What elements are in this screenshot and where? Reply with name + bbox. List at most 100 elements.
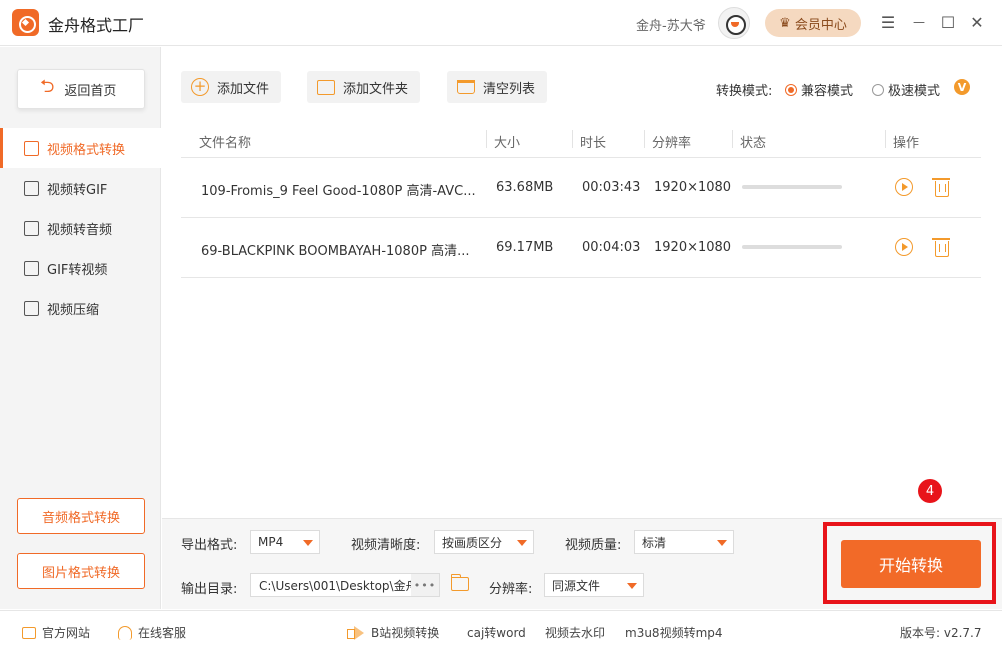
plus-circle-icon: +	[191, 78, 209, 96]
file-name-cell: 69-BLACKPINK BOOMBAYAH-1080P 高清...	[201, 244, 470, 259]
sidebar-item-gif-to-video[interactable]: GIF转视频	[0, 248, 161, 288]
column-divider	[732, 130, 733, 148]
folder-icon	[317, 79, 335, 95]
compat-mode-label: 兼容模式	[801, 84, 854, 99]
open-folder-icon[interactable]	[450, 574, 469, 591]
title-bar: 金舟格式工厂 金舟-苏大爷 ♛ 会员中心 ☰ — ☐ ✕	[0, 0, 1002, 46]
app-logo-icon	[12, 9, 39, 36]
output-dir-input[interactable]: C:\Users\001\Desktop\金舟 •••	[250, 573, 440, 597]
sidebar-item-label: 视频格式转换	[47, 142, 126, 158]
column-header-action: 操作	[893, 136, 920, 151]
trash-icon[interactable]	[932, 238, 950, 257]
compress-icon	[24, 300, 39, 316]
fast-mode-radio[interactable]: 极速模式	[872, 80, 940, 99]
music-icon	[24, 220, 39, 236]
dropdown-caret-icon	[303, 540, 313, 546]
video-clarity-select[interactable]: 按画质区分	[434, 530, 534, 554]
resolution-label: 分辨率:	[489, 582, 533, 597]
video-quality-value: 标清	[642, 535, 667, 550]
row-divider	[181, 277, 981, 278]
sidebar-item-label: 视频压缩	[47, 302, 100, 318]
add-folder-label: 添加文件夹	[343, 81, 409, 97]
menu-icon[interactable]: ☰	[878, 12, 898, 32]
sidebar-item-label: GIF转视频	[47, 262, 108, 278]
version-label: 版本号: v2.7.7	[900, 626, 982, 640]
play-icon[interactable]	[895, 178, 913, 196]
sidebar-item-video-convert[interactable]: 视频格式转换	[0, 128, 161, 168]
radio-unselected-icon	[872, 83, 884, 96]
minimize-icon[interactable]: —	[909, 12, 929, 32]
step-number-badge: 4	[918, 479, 942, 503]
add-folder-button[interactable]: 添加文件夹	[307, 71, 421, 103]
export-format-select[interactable]: MP4	[250, 530, 320, 554]
column-header-status: 状态	[740, 136, 767, 151]
file-resolution-cell: 1920×1080	[654, 180, 732, 195]
fast-mode-label: 极速模式	[888, 84, 941, 99]
play-icon[interactable]	[895, 238, 913, 256]
sidebar-item-label: 视频转音频	[47, 222, 113, 238]
audio-format-convert-button[interactable]: 音频格式转换	[17, 498, 145, 534]
clear-list-button[interactable]: 清空列表	[447, 71, 548, 103]
image-icon	[24, 180, 39, 196]
start-convert-button[interactable]: 开始转换	[841, 540, 981, 588]
column-header-size: 大小	[494, 136, 521, 151]
column-divider	[486, 130, 487, 148]
header-divider	[181, 157, 981, 158]
megaphone-icon	[347, 625, 365, 640]
video-file-icon	[24, 140, 39, 156]
column-header-resolution: 分辨率	[652, 136, 692, 151]
video-clarity-value: 按画质区分	[442, 535, 503, 550]
clear-list-label: 清空列表	[483, 81, 536, 97]
vip-badge-icon: V	[954, 79, 970, 95]
file-resolution-cell: 1920×1080	[654, 240, 732, 255]
vip-center-label: 会员中心	[794, 17, 847, 33]
app-title: 金舟格式工厂	[48, 16, 145, 35]
add-file-button[interactable]: + 添加文件	[181, 71, 282, 103]
resolution-value: 同源文件	[552, 578, 601, 593]
export-format-label: 导出格式:	[181, 538, 238, 553]
file-name-cell: 109-Fromis_9 Feel Good-1080P 高清-AVC...	[201, 184, 476, 199]
video-quality-select[interactable]: 标清	[634, 530, 734, 554]
promo-link-bilibili[interactable]: B站视频转换	[347, 624, 439, 641]
video-clarity-label: 视频清晰度:	[351, 538, 421, 553]
column-divider	[885, 130, 886, 148]
export-format-value: MP4	[258, 535, 284, 549]
compat-mode-radio[interactable]: 兼容模式	[785, 80, 853, 99]
back-home-button[interactable]: ⮌ 返回首页	[17, 69, 145, 109]
promo-link-watermark[interactable]: 视频去水印	[545, 624, 605, 641]
sidebar-item-video-to-gif[interactable]: 视频转GIF	[0, 168, 161, 208]
headset-icon	[118, 625, 132, 640]
official-website-label: 官方网站	[42, 626, 91, 640]
sidebar-item-video-compress[interactable]: 视频压缩	[0, 288, 161, 328]
maximize-icon[interactable]: ☐	[938, 12, 958, 32]
add-file-label: 添加文件	[217, 81, 270, 97]
promo-link-label: B站视频转换	[371, 626, 440, 640]
video-quality-label: 视频质量:	[565, 538, 622, 553]
row-divider	[181, 217, 981, 218]
promo-link-m3u8[interactable]: m3u8视频转mp4	[625, 624, 723, 641]
close-icon[interactable]: ✕	[967, 12, 987, 32]
trash-icon[interactable]	[932, 178, 950, 197]
file-duration-cell: 00:04:03	[582, 240, 641, 255]
browse-more-button[interactable]: •••	[411, 574, 439, 596]
file-duration-cell: 00:03:43	[582, 180, 641, 195]
resolution-select[interactable]: 同源文件	[544, 573, 644, 597]
online-support-link[interactable]: 在线客服	[118, 624, 186, 641]
progress-bar	[742, 245, 842, 249]
user-name[interactable]: 金舟-苏大爷	[636, 15, 706, 34]
play-file-icon	[24, 260, 39, 276]
back-home-label: 返回首页	[64, 83, 117, 99]
user-avatar[interactable]	[718, 7, 750, 39]
output-dir-value: C:\Users\001\Desktop\金舟	[259, 578, 418, 593]
vip-center-button[interactable]: ♛ 会员中心	[765, 9, 861, 37]
image-format-convert-button[interactable]: 图片格式转换	[17, 553, 145, 589]
sidebar: ⮌ 返回首页 视频格式转换 视频转GIF 视频转音频 GIF转视频 视频压缩 音…	[0, 47, 161, 609]
monitor-icon	[22, 626, 36, 639]
sidebar-item-video-to-audio[interactable]: 视频转音频	[0, 208, 161, 248]
return-arrow-icon: ⮌	[40, 76, 55, 97]
column-divider	[644, 130, 645, 148]
promo-link-caj[interactable]: caj转word	[467, 624, 526, 641]
basket-icon	[457, 80, 475, 94]
file-size-cell: 69.17MB	[496, 240, 554, 255]
official-website-link[interactable]: 官方网站	[22, 624, 90, 641]
